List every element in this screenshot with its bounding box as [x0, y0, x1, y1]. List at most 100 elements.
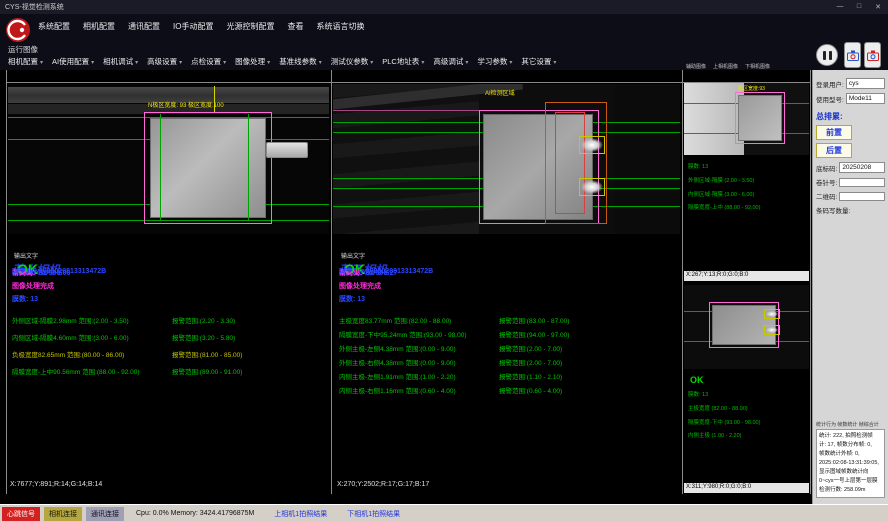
tool-camera-config[interactable]: 相机配置 [8, 56, 43, 67]
comm-connection-indicator: 通讯连接 [86, 507, 124, 521]
status-box-1: 前置 [816, 125, 852, 140]
overlay-measure-text: N极区宽度: 93 极区宽度:100 [148, 100, 224, 109]
machine-background [615, 84, 680, 234]
close-icon[interactable]: ✕ [873, 3, 883, 11]
menu-item-camera-config[interactable]: 相机配置 [83, 21, 115, 32]
model-row: 使用型号: Mode11 [816, 93, 885, 104]
statistics-box: 统计: 222, 拍照检测帧 计: 17, 帧数分布帧: 0, 帧数统计外帧: … [816, 429, 885, 498]
total-label: 总排累: [816, 111, 885, 122]
needle-number-value [839, 178, 885, 187]
aux-result-lines: 膜数: 13 主极宽度 (82.00 - 88.00) 隔膜宽度-下中 (93.… [688, 389, 760, 444]
measurement-row: 内侧主极-左侧1.91mm 范围:(1.00 - 2.20)报警范围:(1.10… [339, 371, 679, 381]
center-camera-panel: AI检测区域 输出文字 蓝下相机OK 条码码: DFFJiiw202502081… [332, 83, 681, 493]
bright-feature [766, 327, 778, 333]
barcode-value: DFFJiiw2025020813313472B [339, 268, 433, 275]
tool-camera-debug[interactable]: 相机调试 [103, 56, 138, 67]
aux-camera-panel-2: OK 膜数: 13 主极宽度 (82.00 - 88.00) 隔膜宽度-下中 (… [684, 285, 809, 493]
qr-code-label: 二维码: [816, 191, 837, 201]
camera-icon [847, 50, 859, 61]
output-text-label: 输出文字 [341, 251, 679, 260]
bright-feature [581, 138, 603, 152]
detected-feature-box [579, 178, 605, 196]
camera-button-1[interactable] [844, 42, 861, 68]
barcode-count-label: 条码写数量: [816, 205, 850, 215]
tool-ai-config[interactable]: AI使用配置 [52, 56, 94, 67]
process-text: 图像处理完成 [12, 281, 327, 291]
output-text-label: 输出文字 [14, 251, 327, 260]
overlay-measure-text: 极区宽度:93 [738, 85, 765, 92]
menu-item-language[interactable]: 系统语言切换 [316, 21, 364, 32]
aux-label-2: 上相机图像 [713, 63, 738, 70]
roi-line-pink [333, 110, 479, 111]
needle-number-label: 卷针号: [816, 177, 837, 187]
tool-advanced-debug[interactable]: 高级调试 [433, 56, 468, 67]
maximize-icon[interactable]: □ [854, 3, 864, 11]
app-window: CYS-视觉检测系统 — □ ✕ 系统配置 相机配置 通讯配置 IO手动配置 光… [0, 0, 888, 522]
measurement-row: 内侧区域-隔膜4.60mm 范围:(3.00 - 6.00)报警范围:(3.20… [12, 332, 327, 342]
base-code-row: 底标码: 20250208 [816, 162, 885, 173]
film-count-text: 膜数: 13 [12, 294, 327, 304]
camera-button-2[interactable] [864, 42, 881, 68]
measurement-row: 外侧区域-隔膜2.98mm 范围:(2.00 - 3.50)报警范围:(2.20… [12, 315, 327, 325]
measurement-row-warning: 负极宽度82.65mm 范围:(80.00 - 86.00)报警范围:(81.0… [12, 349, 327, 359]
menu-item-view[interactable]: 查看 [287, 21, 303, 32]
info-sidebar: 登录用户: cys 使用型号: Mode11 总排累: 前置 后置 底标码: 2… [812, 70, 888, 504]
tool-learning-params[interactable]: 学习参数 [477, 56, 512, 67]
process-text: 图像处理完成 [339, 281, 679, 291]
pause-icon [823, 51, 826, 60]
pixel-coords-readout: X:7677;Y:891;R:14;G:14;B:14 [10, 481, 102, 488]
model-value: Mode11 [846, 93, 885, 104]
minimize-icon[interactable]: — [835, 3, 845, 11]
login-user-label: 登录用户: [816, 79, 844, 89]
tool-test-params[interactable]: 测试仪参数 [331, 56, 374, 67]
tab-run-image[interactable]: 运行图像 [8, 44, 38, 55]
tool-plc-table[interactable]: PLC地址表 [382, 56, 424, 67]
roi-rect-pink [735, 92, 785, 144]
tool-spot-check[interactable]: 点检设置 [191, 56, 226, 67]
cpu-memory-readout: Cpu: 0.0% Memory: 3424.41796875M [136, 510, 254, 517]
camera-image-center: AI检测区域 [333, 84, 680, 234]
window-title: CYS-视觉检测系统 [5, 2, 64, 12]
measurement-row: 外侧主极-左侧4.38mm 范围:(0.00 - 9.00)报警范围:(2.00… [339, 343, 679, 353]
measure-line-vertical [160, 114, 161, 220]
statistics-block: 统计行为 帧数统计 帧综合计 统计: 222, 拍照检测帧 计: 17, 帧数分… [816, 421, 885, 498]
aux-camera-column: 极区宽度:93 膜数: 13 外侧区域-隔膜 (2.00 - 3.50) 内侧区… [683, 83, 810, 493]
measurement-row: 内侧主极-右侧1.16mm 范围:(0.60 - 4.00)报警范围:(0.60… [339, 385, 679, 395]
tool-baseline-params[interactable]: 基准线参数 [279, 56, 322, 67]
main-menu: 系统配置 相机配置 通讯配置 IO手动配置 光源控制配置 查看 系统语言切换 [38, 21, 364, 32]
base-code-label: 底标码: [816, 163, 837, 173]
tool-advanced-settings[interactable]: 高级设置 [147, 56, 182, 67]
login-user-value: cys [846, 78, 885, 89]
upper-camera-result-link[interactable]: 上相机1拍照结果 [274, 509, 327, 519]
menu-item-comm-config[interactable]: 通讯配置 [128, 21, 160, 32]
tool-image-processing[interactable]: 图像处理 [235, 56, 270, 67]
menu-item-light-control[interactable]: 光源控制配置 [226, 21, 274, 32]
detected-feature-box [764, 309, 780, 319]
menu-item-system-config[interactable]: 系统配置 [38, 21, 70, 32]
barcode-value: DFFJiiw2025020813313472B [12, 268, 106, 275]
measurement-list: 外侧区域-隔膜2.98mm 范围:(2.00 - 3.50)报警范围:(2.20… [12, 315, 327, 376]
status-bar: 心跳信号 相机连接 通讯连接 Cpu: 0.0% Memory: 3424.41… [0, 504, 888, 522]
pixel-coords-readout: X:311;Y:980;R:0;G:0;B:0 [684, 483, 809, 493]
pause-button[interactable] [816, 44, 838, 66]
base-code-value: 20250208 [839, 162, 885, 173]
aux-camera-image-1: 极区宽度:93 [684, 83, 809, 155]
camera-connection-indicator: 相机连接 [44, 507, 82, 521]
title-bar: CYS-视觉检测系统 — □ ✕ [0, 0, 888, 14]
camera-icon [867, 50, 879, 61]
lower-camera-result-link[interactable]: 下相机1拍照结果 [347, 509, 400, 519]
detected-feature-box [579, 136, 605, 154]
aux-panel-header: 辅助图像 上相机图像 下相机图像 [686, 63, 810, 70]
qr-code-row: 二维码: [816, 191, 885, 201]
tool-other-settings[interactable]: 其它设置 [521, 56, 556, 67]
measurement-row: 主极宽度83.77mm 范围:(82.00 - 88.00)报警范围:(83.0… [339, 315, 679, 325]
left-camera-info: 输出文字 蓝上相机OK 条码码: DFFJiiw2025020813313472… [12, 251, 327, 383]
menu-item-io-manual[interactable]: IO手动配置 [173, 21, 213, 32]
roi-rect-red [555, 112, 585, 214]
measurement-row: 隔膜宽度-下中95.24mm 范围:(93.00 - 98.00)报警范围:(9… [339, 329, 679, 339]
left-camera-panel: N极区宽度: 93 极区宽度:100 输出文字 蓝上相机OK 条码码: DFFJ… [7, 83, 330, 493]
overlay-ai-region-text: AI检测区域 [485, 88, 515, 97]
camera-image-left: N极区宽度: 93 极区宽度:100 [8, 84, 329, 234]
roi-rect-pink [144, 112, 272, 224]
model-label: 使用型号: [816, 94, 844, 104]
